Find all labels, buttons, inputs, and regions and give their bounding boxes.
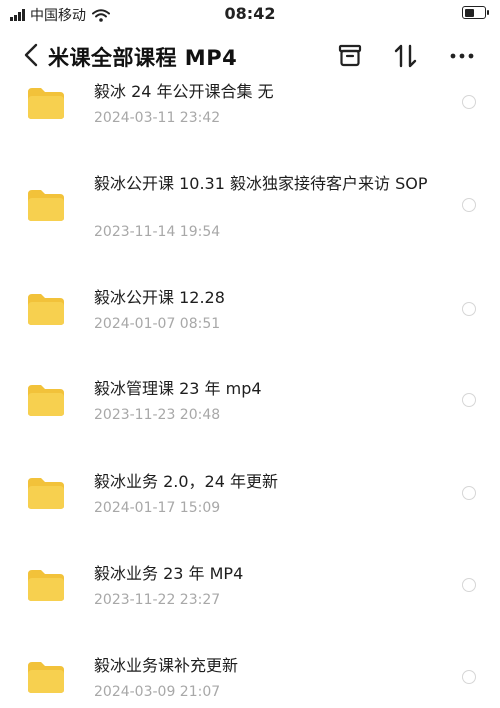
- file-name: 毅冰公开课 10.31 毅冰独家接待客户来访 SOP: [94, 174, 428, 193]
- file-date: 2023-11-23 20:48: [94, 407, 221, 423]
- archive-icon[interactable]: [336, 42, 364, 70]
- file-name: 毅冰管理课 23 年 mp4: [94, 379, 262, 398]
- file-name: 毅冰公开课 12.28: [94, 288, 225, 307]
- select-radio[interactable]: [462, 302, 476, 316]
- sort-icon[interactable]: [392, 42, 420, 70]
- folder-icon: [28, 662, 64, 693]
- select-radio[interactable]: [462, 578, 476, 592]
- select-radio[interactable]: [462, 198, 476, 212]
- select-radio[interactable]: [462, 486, 476, 500]
- folder-icon: [28, 478, 64, 509]
- list-item[interactable]: 毅冰业务课补充更新 2024-03-09 21:07: [0, 646, 500, 708]
- file-date: 2023-11-14 19:54: [94, 224, 221, 240]
- list-item[interactable]: 毅冰公开课 10.31 毅冰独家接待客户来访 SOP 2023-11-14 19…: [0, 160, 500, 250]
- battery-icon: [462, 6, 489, 19]
- folder-icon: [28, 294, 64, 325]
- file-list: 毅冰 24 年公开课合集 无 2024-03-11 23:42 毅冰公开课 10…: [0, 70, 500, 708]
- list-item[interactable]: 毅冰 24 年公开课合集 无 2024-03-11 23:42: [0, 70, 500, 140]
- status-time: 08:42: [224, 4, 276, 23]
- select-radio[interactable]: [462, 393, 476, 407]
- file-date: 2024-01-07 08:51: [94, 316, 221, 332]
- file-date: 2024-03-09 21:07: [94, 684, 221, 700]
- file-name: 毅冰 24 年公开课合集 无: [94, 82, 274, 101]
- list-item[interactable]: 毅冰业务 2.0，24 年更新 2024-01-17 15:09: [0, 462, 500, 542]
- file-name: 毅冰业务课补充更新: [94, 656, 239, 675]
- file-date: 2024-01-17 15:09: [94, 500, 221, 516]
- list-item[interactable]: 毅冰业务 23 年 MP4 2023-11-22 23:27: [0, 554, 500, 634]
- folder-icon: [28, 190, 64, 221]
- file-name: 毅冰业务 23 年 MP4: [94, 564, 244, 583]
- status-bar: 中国移动 08:42: [0, 0, 500, 28]
- list-item[interactable]: 毅冰公开课 12.28 2024-01-07 08:51: [0, 278, 500, 358]
- file-date: 2024-03-11 23:42: [94, 110, 221, 126]
- list-item[interactable]: 毅冰管理课 23 年 mp4 2023-11-23 20:48: [0, 369, 500, 449]
- select-radio[interactable]: [462, 95, 476, 109]
- back-icon[interactable]: [22, 43, 42, 67]
- more-icon[interactable]: [448, 42, 476, 70]
- folder-icon: [28, 88, 64, 119]
- folder-icon: [28, 385, 64, 416]
- select-radio[interactable]: [462, 670, 476, 684]
- file-date: 2023-11-22 23:27: [94, 592, 221, 608]
- folder-icon: [28, 570, 64, 601]
- file-name: 毅冰业务 2.0，24 年更新: [94, 472, 278, 491]
- page-title: 米课全部课程 MP4: [48, 46, 238, 70]
